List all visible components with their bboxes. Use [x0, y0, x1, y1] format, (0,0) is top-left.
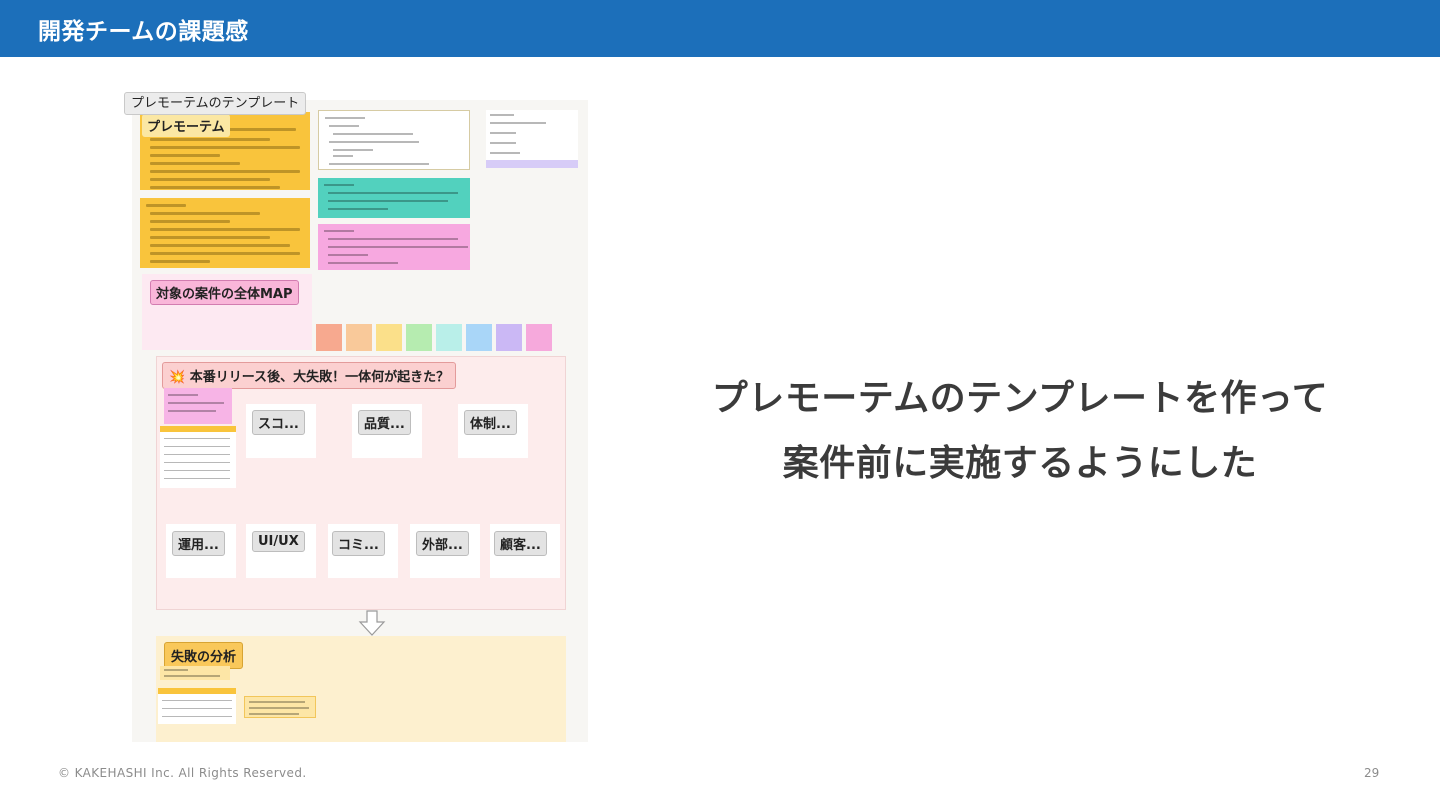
failure-analysis-title: 失敗の分析: [164, 642, 244, 669]
copyright: © KAKEHASHI Inc. All Rights Reserved.: [58, 766, 307, 780]
sticky-note: [436, 324, 462, 351]
analysis-note: [244, 696, 316, 718]
slide-title: 開発チームの課題感: [38, 19, 249, 45]
main-message-line1: プレモーテムのテンプレートを作って: [711, 378, 1329, 419]
main-message-line2: 案件前に実施するようにした: [782, 443, 1258, 484]
sticky-note: [376, 324, 402, 351]
category-label: 品質...: [358, 410, 411, 435]
analysis-table: [158, 688, 236, 724]
rules-note: [140, 198, 310, 268]
hint-note: [164, 388, 232, 424]
sticky-note: [526, 324, 552, 351]
category-label: UI/UX: [252, 531, 305, 552]
template-tag: プレモーテムのテンプレート: [124, 92, 307, 115]
category-label: 外部...: [416, 531, 469, 556]
category-table: [160, 426, 236, 488]
sticky-note: [406, 324, 432, 351]
down-arrow-icon: [358, 610, 386, 636]
after-card: [318, 224, 470, 270]
release-failure-title: 💥 本番リリース後、大失敗！一体何が起きた？: [162, 362, 457, 389]
prep-card: [318, 178, 470, 218]
sticky-note: [496, 324, 522, 351]
premortem-title: プレモーテム: [142, 114, 230, 137]
members-card: [318, 110, 470, 170]
category-label: コミ...: [332, 531, 385, 556]
sticky-note: [346, 324, 372, 351]
board-screenshot: プレモーテム 対象の案件の全体MAP 💥 本番リリース後、大失敗！一体何が起きた…: [132, 100, 588, 742]
analysis-hint: [160, 666, 230, 680]
category-label: 体制...: [464, 410, 517, 435]
category-label: スコ...: [252, 410, 305, 435]
overall-map-title: 対象の案件の全体MAP: [150, 280, 299, 305]
category-label: 顧客...: [494, 531, 547, 556]
header-bar: 開発チームの課題感: [0, 0, 1440, 57]
category-label: 運用...: [172, 531, 225, 556]
page-number: 29: [1364, 766, 1380, 780]
sticky-note: [466, 324, 492, 351]
sticky-note: [316, 324, 342, 351]
mini-table: [486, 110, 578, 168]
